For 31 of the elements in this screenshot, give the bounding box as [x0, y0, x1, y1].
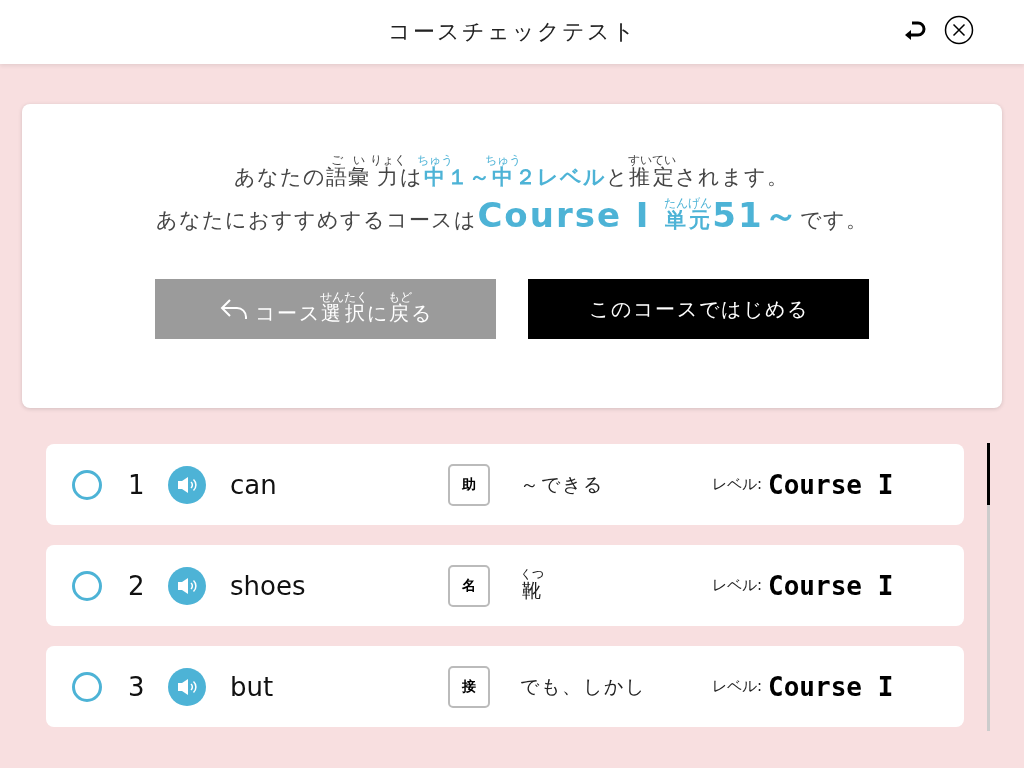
radio-button[interactable] — [72, 469, 102, 500]
level-value: Course I — [768, 671, 894, 702]
radio-button[interactable] — [72, 570, 102, 601]
result-sentence: あなたの語 ご 彙 い 力 りょく は 中 ちゅう １～中 ちゅう ２レベルと 推 すい 定 てい されます。 — [234, 154, 790, 191]
level-value: Course I — [768, 570, 894, 601]
word-number: 1 — [128, 469, 146, 500]
word-number: 3 — [128, 671, 146, 702]
english-word: but — [230, 671, 275, 702]
word-meaning: でも、しかし — [520, 673, 647, 699]
level-value: Course I — [768, 469, 894, 500]
reply-arrow-icon — [218, 297, 249, 321]
speaker-icon[interactable] — [168, 465, 206, 504]
part-of-speech-tag: 助 — [448, 463, 490, 506]
part-of-speech-tag: 接 — [448, 665, 490, 708]
start-course-button[interactable]: このコースではじめる — [528, 279, 869, 339]
scrollbar[interactable] — [987, 443, 990, 731]
speaker-icon[interactable] — [168, 566, 206, 605]
speaker-icon[interactable] — [168, 667, 206, 706]
return-arrow-icon[interactable] — [904, 20, 926, 40]
english-word: can — [230, 469, 278, 500]
window-title: コースチェックテスト — [387, 18, 637, 46]
level-label: レベル: — [712, 475, 763, 494]
part-of-speech-tag: 名 — [448, 564, 490, 607]
level-label: レベル: — [712, 677, 763, 696]
word-number: 2 — [128, 570, 146, 601]
word-meaning: ～できる — [520, 471, 605, 497]
close-icon[interactable] — [944, 15, 974, 45]
radio-button[interactable] — [72, 671, 102, 702]
level-label: レベル: — [712, 576, 763, 595]
word-meaning: 靴 くつ — [520, 567, 545, 603]
english-word: shoes — [230, 570, 307, 601]
